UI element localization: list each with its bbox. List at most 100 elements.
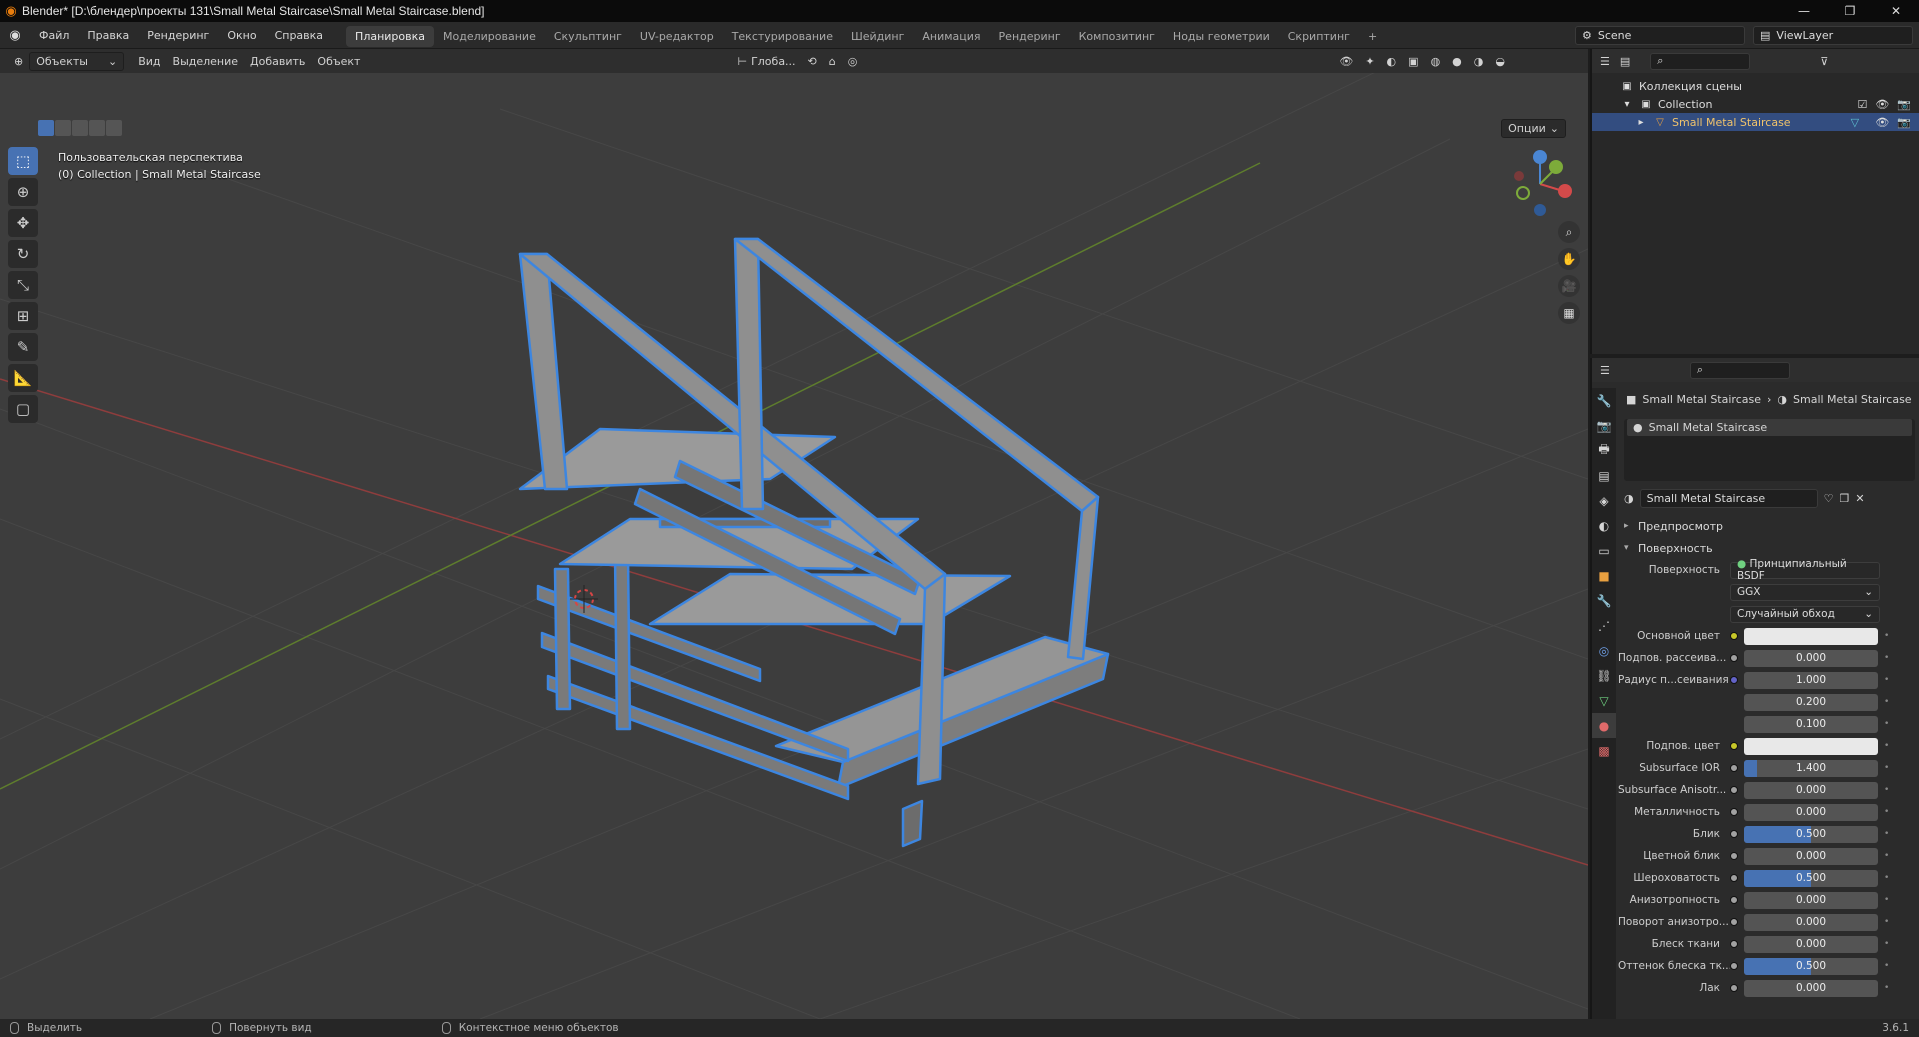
value-slider[interactable]: 0.500 [1744,869,1878,887]
move-tool-icon[interactable]: ✥ [8,209,38,237]
small-metal-staircase-model[interactable] [518,237,1110,848]
menu-help[interactable]: Справка [266,22,332,49]
keyframe-icon[interactable]: • [1884,829,1894,839]
keyframe-icon[interactable]: • [1884,983,1894,993]
tab-rendering[interactable]: Рендеринг [990,26,1070,47]
particles-tab-icon[interactable]: ⋰ [1592,613,1616,638]
keyframe-icon[interactable]: • [1884,697,1894,707]
value-slider[interactable]: 0.500 [1744,957,1878,975]
select-box-tool-icon[interactable]: ⬚ [8,147,38,175]
menu-edit[interactable]: Правка [78,22,138,49]
distribution-dropdown[interactable]: GGX ⌄ [1730,583,1880,601]
close-button[interactable]: ✕ [1873,0,1919,22]
shading-wireframe-icon[interactable]: ◍ [1425,52,1447,71]
tab-shading[interactable]: Шейдинг [842,26,913,47]
view-layer-tab-icon[interactable]: ▤ [1592,463,1616,488]
keyframe-icon[interactable]: • [1884,631,1894,641]
menu-render[interactable]: Рендеринг [138,22,218,49]
keyframe-icon[interactable]: • [1884,741,1894,751]
unlink-icon[interactable]: ✕ [1855,492,1864,505]
mesh-data-icon[interactable]: ▽ [1851,116,1859,129]
tab-modeling[interactable]: Моделирование [434,26,545,47]
material-name-field[interactable]: Small Metal Staircase [1639,488,1818,508]
value-slider[interactable]: 0.000 [1744,891,1878,909]
socket-dot-icon[interactable] [1730,918,1738,926]
duplicate-icon[interactable]: ❐ [1839,492,1849,505]
output-tab-icon[interactable]: 🖶 [1592,438,1616,463]
scene-field[interactable]: ⚙ Scene [1575,26,1745,45]
keyframe-icon[interactable]: • [1884,851,1894,861]
overlay-toggle-icon[interactable]: ◐ [1381,52,1403,71]
value-slider[interactable]: 0.000 [1744,803,1878,821]
editor-type-icon[interactable]: ☰ [1600,364,1610,377]
collection-tab-icon[interactable]: ▭ [1592,538,1616,563]
3d-viewport[interactable]: ⊕ Объекты ⌄ Вид Выделение Добавить Объек… [0,49,1588,1019]
camera-view-icon[interactable]: 🎥 [1558,275,1580,297]
constraints-tab-icon[interactable]: ⛓ [1592,663,1616,688]
socket-dot-icon[interactable] [1730,676,1738,684]
material-slots-list[interactable]: ● Small Metal Staircase [1624,419,1915,481]
eye-icon[interactable]: 👁 [1875,98,1889,111]
value-slider[interactable]: 0.000 [1744,979,1878,997]
shading-rendered-icon[interactable]: ◒ [1489,52,1511,71]
tab-compositing[interactable]: Композитинг [1070,26,1164,47]
socket-dot-icon[interactable] [1730,940,1738,948]
value-slider[interactable]: 1.400 [1744,759,1878,777]
value-slider[interactable]: 0.000 [1744,913,1878,931]
view-layer-field[interactable]: ▤ ViewLayer [1753,26,1913,45]
surface-shader-dropdown[interactable]: ● Принципиальный BSDF [1730,558,1880,582]
keyframe-icon[interactable]: • [1884,873,1894,883]
socket-dot-icon[interactable] [1730,808,1738,816]
keyframe-icon[interactable]: • [1884,939,1894,949]
filter-icon[interactable]: ⊽ [1820,55,1828,68]
snap-icon[interactable]: ⌂ [823,52,842,71]
select-invert-icon[interactable] [89,120,105,136]
texture-tab-icon[interactable]: ▩ [1592,738,1616,763]
select-subtract-icon[interactable] [72,120,88,136]
display-mode-icon[interactable]: ▤ [1620,55,1630,68]
menu-object[interactable]: Объект [311,52,366,71]
world-tab-icon[interactable]: ◐ [1592,513,1616,538]
tree-row-scene-collection[interactable]: ▣ Коллекция сцены [1592,77,1919,95]
shading-solid-icon[interactable]: ● [1446,52,1468,71]
minimize-button[interactable]: — [1781,0,1827,22]
visibility-icon[interactable]: 👁 [1333,52,1359,71]
data-tab-icon[interactable]: ▽ [1592,688,1616,713]
editor-type-icon[interactable]: ☰ [1600,55,1610,68]
tab-texture-paint[interactable]: Текстурирование [723,26,842,47]
material-tab-icon[interactable]: ● [1592,713,1616,738]
socket-dot-icon[interactable] [1730,742,1738,750]
modifier-tab-icon[interactable]: 🔧 [1592,588,1616,613]
keyframe-icon[interactable]: • [1884,917,1894,927]
tab-animation[interactable]: Анимация [913,26,989,47]
keyframe-icon[interactable]: • [1884,675,1894,685]
object-tab-icon[interactable]: ■ [1592,563,1616,588]
camera-icon[interactable]: 📷 [1897,98,1911,111]
proportional-edit-icon[interactable]: ◎ [842,52,864,71]
value-slider[interactable]: 0.100 [1744,715,1878,733]
material-slot-item[interactable]: ● Small Metal Staircase [1627,419,1912,436]
tab-geometry-nodes[interactable]: Ноды геометрии [1164,26,1279,47]
eye-icon[interactable]: 👁 [1875,116,1889,129]
keyframe-icon[interactable]: • [1884,807,1894,817]
measure-tool-icon[interactable]: 📐 [8,364,38,392]
socket-dot-icon[interactable] [1730,852,1738,860]
tab-sculpting[interactable]: Скульптинг [545,26,631,47]
scene-tab-icon[interactable]: ◈ [1592,488,1616,513]
checkbox-icon[interactable]: ☑ [1857,98,1867,111]
socket-dot-icon[interactable] [1730,962,1738,970]
keyframe-icon[interactable]: • [1884,895,1894,905]
shading-material-icon[interactable]: ◑ [1468,52,1490,71]
value-slider[interactable]: 0.500 [1744,825,1878,843]
keyframe-icon[interactable]: • [1884,785,1894,795]
add-cube-tool-icon[interactable]: ▢ [8,395,38,423]
tab-scripting[interactable]: Скриптинг [1279,26,1359,47]
keyframe-icon[interactable]: • [1884,961,1894,971]
value-slider[interactable]: 1.000 [1744,671,1878,689]
editor-type-button[interactable]: ⊕ [8,52,29,71]
annotate-tool-icon[interactable]: ✎ [8,333,38,361]
outliner-search-input[interactable]: ⌕ [1650,52,1751,70]
tree-row-small-metal-staircase[interactable]: ▸ ▽ Small Metal Staircase ▽ 👁 📷 [1592,113,1919,131]
select-intersect-icon[interactable] [106,120,122,136]
navigation-gizmo[interactable] [1514,150,1572,216]
